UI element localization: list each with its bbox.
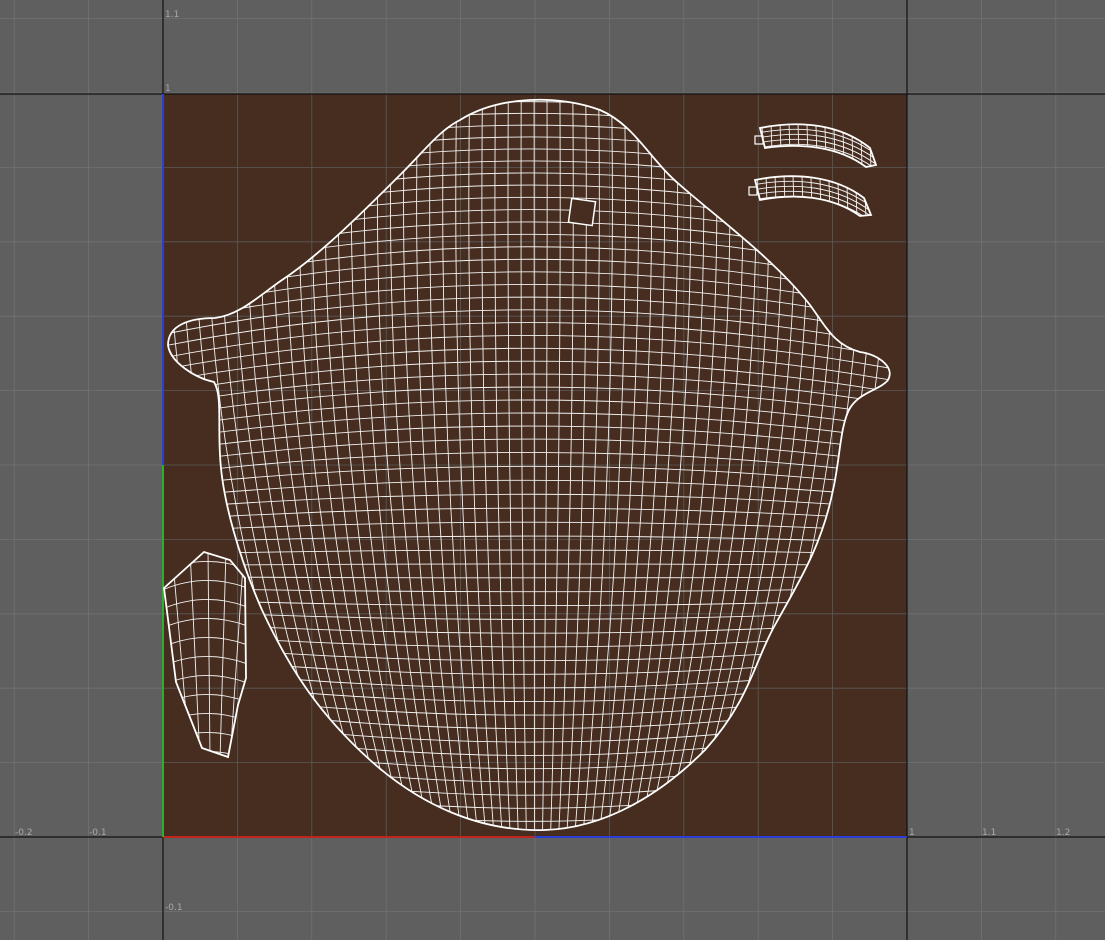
head-mesh-row [150, 856, 910, 911]
tick-v-neg-0-1: -0.1 [165, 903, 183, 913]
uv-editor-viewport[interactable]: 1.1 1 -0.1 -0.2 -0.1 1 1.1 1.2 [0, 0, 1105, 940]
tick-u-1: 1 [909, 828, 915, 838]
tick-u-1-1: 1.1 [982, 828, 996, 838]
tick-v-1: 1 [165, 84, 171, 94]
selected-face[interactable] [567, 197, 597, 227]
uv-canvas[interactable]: 1.1 1 -0.1 -0.2 -0.1 1 1.1 1.2 [0, 0, 1105, 940]
tick-u-neg-0-2: -0.2 [15, 828, 33, 838]
tick-u-neg-0-1: -0.1 [89, 828, 107, 838]
tick-v-1-1: 1.1 [165, 10, 179, 20]
head-mesh-row [150, 833, 910, 885]
head-mesh-row [150, 845, 910, 899]
tick-u-1-2: 1.2 [1056, 828, 1070, 838]
